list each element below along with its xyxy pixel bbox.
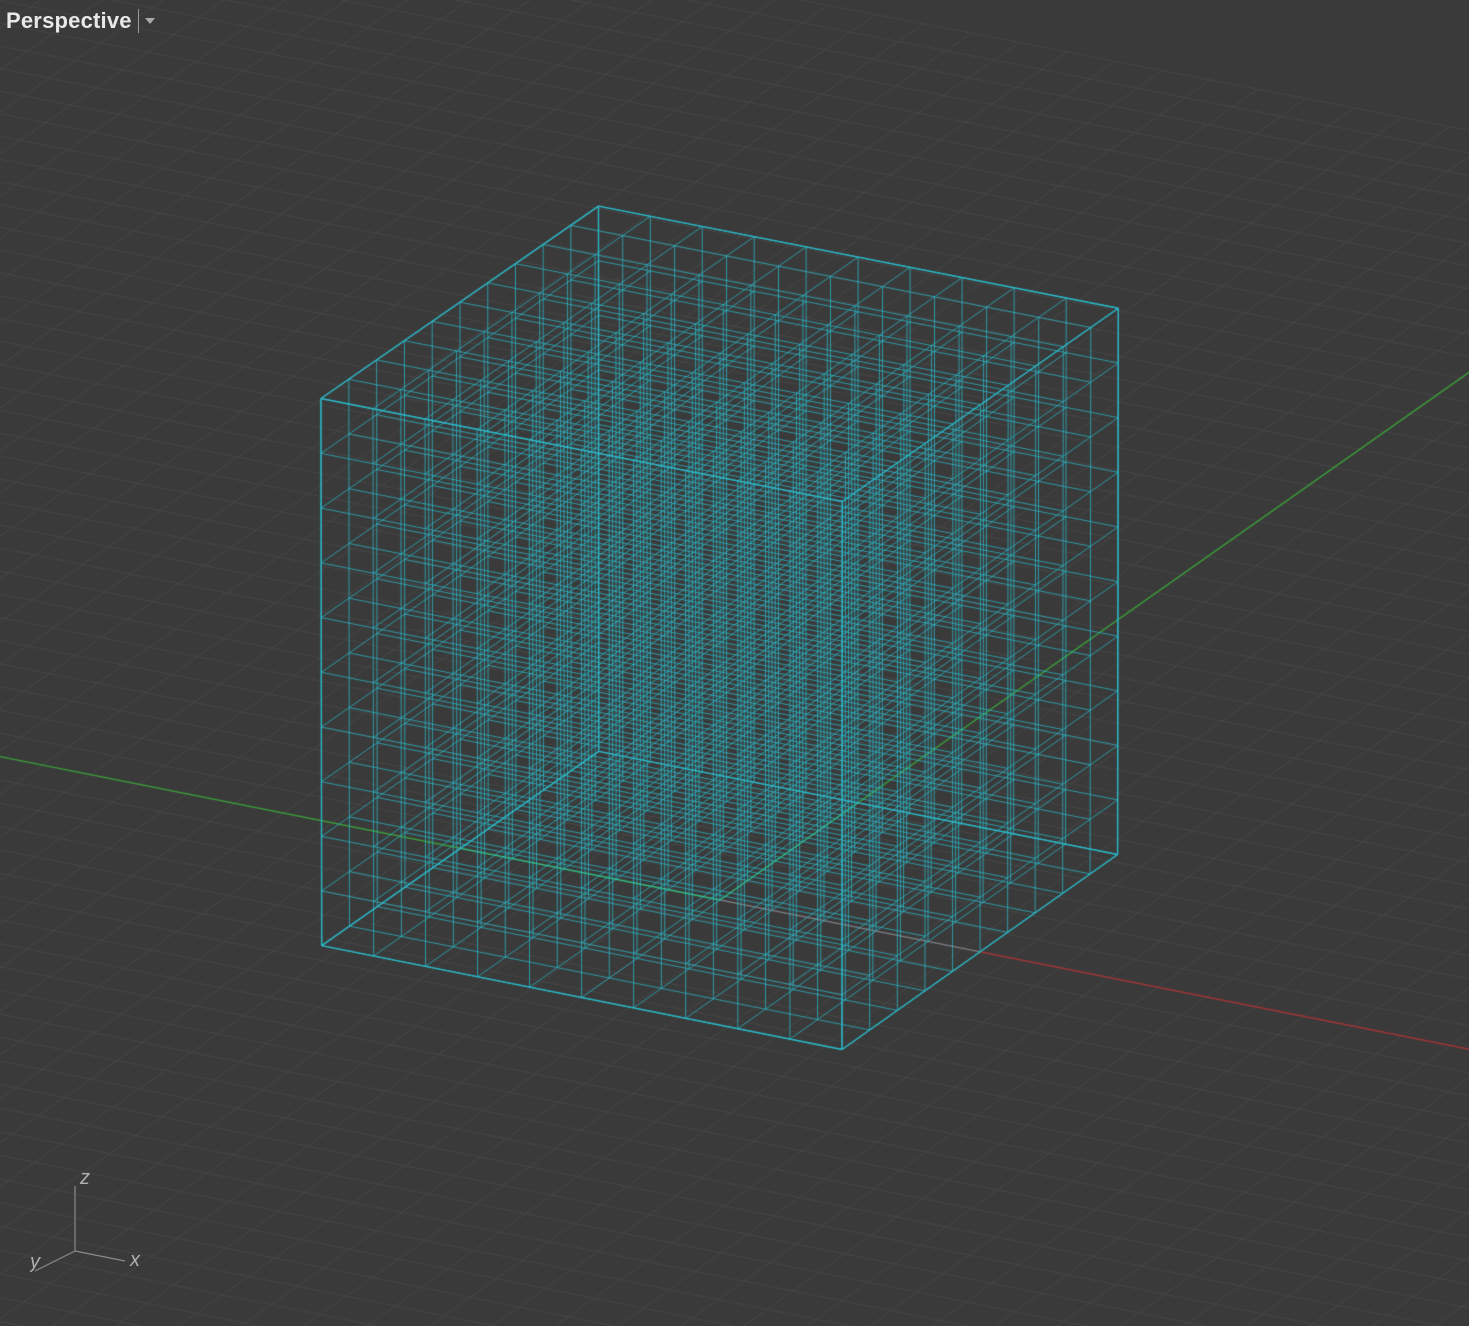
- viewport-menu-button[interactable]: [138, 9, 161, 33]
- viewport-label: Perspective: [6, 8, 161, 34]
- viewport-title: Perspective: [6, 8, 138, 34]
- voxel-wireframe-canvas: [0, 0, 1469, 1326]
- perspective-viewport[interactable]: Perspective x y z: [0, 0, 1469, 1326]
- chevron-down-icon: [143, 14, 157, 28]
